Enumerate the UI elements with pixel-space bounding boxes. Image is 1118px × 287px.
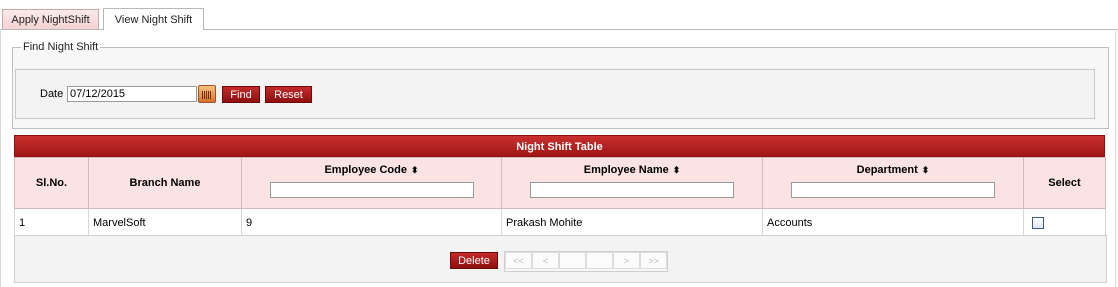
col-department[interactable]: Department ⬍	[762, 157, 1024, 209]
first-page-button[interactable]: <<	[505, 252, 532, 269]
cell-select	[1023, 208, 1106, 237]
col-department-label: Department	[856, 164, 918, 176]
col-sl-no: Sl.No.	[14, 157, 89, 209]
col-employee-name[interactable]: Employee Name ⬍	[501, 157, 763, 209]
prev-page-button[interactable]: <	[532, 252, 559, 269]
cell-employee-code: 9	[241, 208, 502, 237]
tab-apply-nightshift[interactable]: Apply NightShift	[2, 9, 99, 29]
col-select: Select	[1023, 157, 1106, 209]
select-checkbox[interactable]	[1032, 216, 1044, 229]
sort-icon[interactable]: ⬍	[922, 165, 930, 175]
sort-icon[interactable]: ⬍	[411, 165, 419, 175]
employee-code-filter[interactable]	[269, 182, 474, 198]
cell-department: Accounts	[762, 208, 1024, 237]
cell-employee-name: Prakash Mohite	[501, 208, 763, 237]
department-filter[interactable]	[791, 182, 995, 198]
sort-icon[interactable]: ⬍	[673, 165, 681, 175]
page-slot[interactable]	[559, 252, 586, 269]
last-page-button[interactable]: >>	[640, 252, 667, 269]
tab-bar: Apply NightShift View Night Shift	[0, 0, 1118, 30]
table-title: Night Shift Table	[14, 135, 1105, 157]
col-employee-name-label: Employee Name	[583, 164, 669, 176]
date-input[interactable]	[67, 86, 197, 102]
col-branch-name: Branch Name	[88, 157, 242, 209]
date-label: Date	[40, 88, 64, 100]
cell-sl-no: 1	[14, 208, 89, 237]
find-button[interactable]: Find	[222, 86, 260, 103]
col-employee-code[interactable]: Employee Code ⬍	[241, 157, 502, 209]
night-shift-grid: Sl.No. Branch Name Employee Code ⬍ Employ…	[14, 157, 1106, 237]
cell-branch-name: MarvelSoft	[88, 208, 242, 237]
reset-button[interactable]: Reset	[265, 86, 312, 103]
page-slot[interactable]	[586, 252, 613, 269]
delete-button[interactable]: Delete	[450, 252, 498, 269]
tab-view-night-shift[interactable]: View Night Shift	[103, 8, 204, 30]
calendar-icon[interactable]	[198, 85, 216, 103]
table-row: 1 MarvelSoft 9 Prakash Mohite Accounts	[14, 208, 1106, 237]
pagination: << < > >>	[504, 251, 668, 272]
next-page-button[interactable]: >	[613, 252, 640, 269]
night-shift-table: Night Shift Table Sl.No. Branch Name Emp…	[14, 135, 1106, 237]
col-employee-code-label: Employee Code	[324, 164, 407, 176]
find-night-shift-legend: Find Night Shift	[23, 41, 99, 53]
employee-name-filter[interactable]	[530, 182, 734, 198]
